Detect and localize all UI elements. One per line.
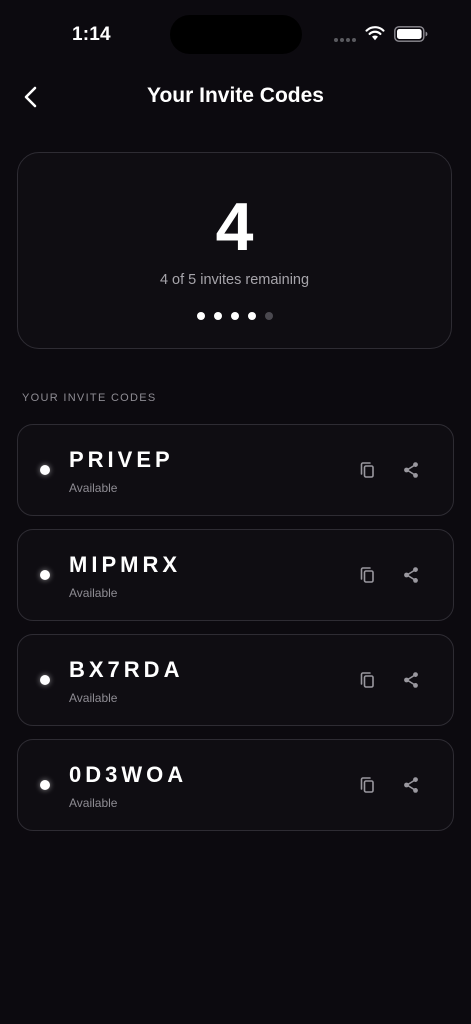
wifi-icon xyxy=(365,26,385,41)
progress-dot-remaining xyxy=(230,312,239,320)
invite-code: 0D3WOA xyxy=(69,762,188,787)
copy-button[interactable] xyxy=(355,458,379,482)
copy-icon xyxy=(360,777,374,793)
status-dot xyxy=(40,780,50,790)
share-button[interactable] xyxy=(399,668,423,692)
progress-dot-remaining xyxy=(196,312,205,320)
copy-icon xyxy=(360,672,374,688)
share-icon xyxy=(404,567,418,583)
copy-button[interactable] xyxy=(355,563,379,587)
progress-dot-used xyxy=(264,312,273,320)
invite-code-status: Available xyxy=(69,691,118,705)
dynamic-island xyxy=(170,15,302,54)
share-button[interactable] xyxy=(399,458,423,482)
header: Your Invite Codes xyxy=(0,70,471,126)
invite-code-status: Available xyxy=(69,586,118,600)
section-label: YOUR INVITE CODES xyxy=(22,392,157,404)
progress-dot-remaining xyxy=(247,312,256,320)
status-bar: 1:14 xyxy=(0,0,471,70)
invites-summary-card: 4 4 of 5 invites remaining xyxy=(17,152,452,349)
share-button[interactable] xyxy=(399,773,423,797)
invite-code: MIPMRX xyxy=(69,552,181,577)
copy-icon xyxy=(360,462,374,478)
share-icon xyxy=(404,672,418,688)
invite-code-list: PRIVEP Available MIPMRX Available BX7RDA… xyxy=(17,424,454,844)
battery-icon xyxy=(394,26,428,42)
invite-progress-dots xyxy=(18,312,451,320)
page-title: Your Invite Codes xyxy=(147,84,324,107)
invite-code-status: Available xyxy=(69,796,118,810)
invite-code-status: Available xyxy=(69,481,118,495)
remaining-text: 4 of 5 invites remaining xyxy=(159,272,310,288)
share-icon xyxy=(404,462,418,478)
invite-code-row: MIPMRX Available xyxy=(17,529,454,621)
remaining-count: 4 xyxy=(215,189,254,265)
copy-icon xyxy=(360,567,374,583)
share-icon xyxy=(404,777,418,793)
status-dot xyxy=(40,465,50,475)
status-dot xyxy=(40,675,50,685)
cellular-signal-icon xyxy=(334,38,358,42)
share-button[interactable] xyxy=(399,563,423,587)
copy-button[interactable] xyxy=(355,773,379,797)
invite-code: PRIVEP xyxy=(69,447,174,472)
invite-code-row: BX7RDA Available xyxy=(17,634,454,726)
invite-code: BX7RDA xyxy=(69,657,184,682)
status-dot xyxy=(40,570,50,580)
invite-code-row: PRIVEP Available xyxy=(17,424,454,516)
progress-dot-remaining xyxy=(213,312,222,320)
copy-button[interactable] xyxy=(355,668,379,692)
status-time: 1:14 xyxy=(72,24,111,45)
invite-code-row: 0D3WOA Available xyxy=(17,739,454,831)
